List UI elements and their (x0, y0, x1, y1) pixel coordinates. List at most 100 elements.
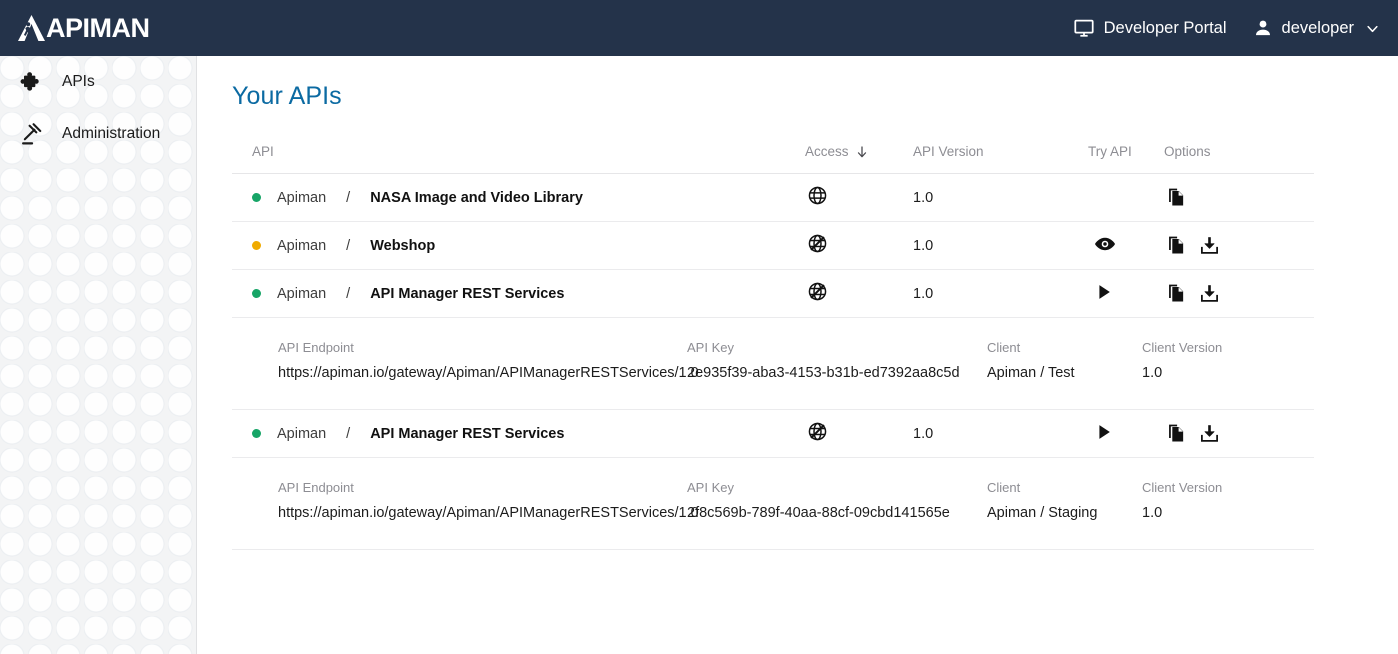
try-api-cell (1088, 222, 1164, 270)
detail-client-version-value: 1.0 (1142, 365, 1163, 381)
developer-portal-link[interactable]: Developer Portal (1073, 17, 1227, 39)
brand-logo[interactable]: APIMAN (16, 0, 150, 56)
eye-icon[interactable] (1094, 233, 1116, 255)
detail-api-key-label: API Key (687, 480, 734, 495)
table-row[interactable]: Apiman / Webshop 1.0 (232, 222, 1314, 270)
status-badge (252, 241, 261, 250)
api-name: Webshop (370, 237, 436, 254)
detail-client-version: Client Version 1.0 (1142, 480, 1282, 521)
api-detail-row: API Endpoint https://apiman.io/gateway/A… (232, 458, 1314, 550)
apiman-logo-icon (16, 13, 46, 43)
api-version-cell: 1.0 (913, 285, 934, 302)
user-menu[interactable]: developer (1253, 18, 1380, 38)
detail-client-value: Apiman / Staging (987, 505, 1098, 521)
api-separator: / (346, 237, 351, 254)
copy-icon[interactable] (1166, 187, 1187, 208)
sidebar-item-apis[interactable]: APIs (0, 56, 196, 108)
table-row[interactable]: Apiman / API Manager REST Services 1.0 (232, 270, 1314, 318)
column-header-options: Options (1164, 144, 1314, 174)
api-separator: / (346, 189, 351, 206)
try-api-cell (1088, 174, 1164, 222)
sidebar-item-administration[interactable]: Administration (0, 108, 196, 160)
play-icon[interactable] (1094, 422, 1114, 442)
download-icon[interactable] (1199, 423, 1220, 444)
column-label-access: Access (805, 144, 849, 159)
globe-off-icon[interactable] (807, 233, 828, 254)
access-cell (805, 410, 913, 458)
options-cell (1164, 174, 1314, 222)
page-title: Your APIs (232, 82, 342, 110)
download-icon[interactable] (1199, 283, 1220, 304)
detail-api-key-label: API Key (687, 340, 734, 355)
detail-client: Client Apiman / Staging (987, 480, 1142, 521)
detail-client-label: Client (987, 480, 1021, 495)
globe-off-icon[interactable] (807, 421, 828, 442)
column-label-api: API (252, 144, 274, 159)
column-header-api-version[interactable]: API Version (913, 144, 1088, 174)
api-name-cell[interactable]: Apiman / Webshop (232, 222, 805, 270)
arrow-down-icon (855, 145, 869, 159)
options-cell (1164, 270, 1314, 318)
status-badge (252, 193, 261, 202)
brand-name: APIMAN (46, 12, 150, 43)
top-header-bar: APIMAN Developer Portal developer (0, 0, 1398, 56)
api-separator: / (346, 285, 351, 302)
try-api-cell (1088, 410, 1164, 458)
access-cell (805, 222, 913, 270)
detail-client-version: Client Version 1.0 (1142, 340, 1282, 381)
table-row[interactable]: Apiman / API Manager REST Services 1.0 (232, 410, 1314, 458)
column-header-try-api: Try API (1088, 144, 1164, 174)
copy-icon[interactable] (1166, 423, 1187, 444)
sidebar: APIs Administration (0, 56, 197, 654)
detail-endpoint-label: API Endpoint (278, 340, 354, 355)
gavel-icon (18, 122, 44, 147)
access-cell (805, 174, 913, 222)
status-badge (252, 429, 261, 438)
api-separator: / (346, 425, 351, 442)
access-cell (805, 270, 913, 318)
main-content: Your APIs API Access API Version Try API… (198, 56, 1398, 654)
api-name-cell[interactable]: Apiman / API Manager REST Services (232, 410, 805, 458)
play-icon[interactable] (1094, 282, 1114, 302)
api-version-cell: 1.0 (913, 425, 934, 442)
copy-icon[interactable] (1166, 235, 1187, 256)
chevron-down-icon (1365, 21, 1380, 36)
options-cell (1164, 222, 1314, 270)
detail-endpoint-value: https://apiman.io/gateway/Apiman/APIMana… (278, 365, 699, 381)
column-header-access[interactable]: Access (805, 144, 913, 174)
detail-api-key-value: 2f8c569b-789f-40aa-88cf-09cbd141565e (687, 505, 950, 521)
detail-client-version-label: Client Version (1142, 480, 1223, 495)
options-cell (1164, 410, 1314, 458)
puzzle-piece-icon (18, 70, 44, 95)
detail-api-key: API Key 2f8c569b-789f-40aa-88cf-09cbd141… (687, 480, 987, 521)
detail-endpoint-value: https://apiman.io/gateway/Apiman/APIMana… (278, 505, 699, 521)
globe-off-icon[interactable] (807, 281, 828, 302)
table-header: API Access API Version Try API Options (232, 144, 1314, 174)
person-icon (1253, 18, 1273, 38)
api-name: API Manager REST Services (370, 285, 565, 302)
column-label-options: Options (1164, 144, 1211, 159)
api-name-cell[interactable]: Apiman / API Manager REST Services (232, 270, 805, 318)
detail-endpoint-label: API Endpoint (278, 480, 354, 495)
api-version-cell: 1.0 (913, 189, 934, 206)
globe-public-icon[interactable] (807, 185, 828, 206)
table-row[interactable]: Apiman / NASA Image and Video Library 1.… (232, 174, 1314, 222)
detail-client-label: Client (987, 340, 1021, 355)
detail-client-version-value: 1.0 (1142, 505, 1163, 521)
detail-endpoint: API Endpoint https://apiman.io/gateway/A… (232, 340, 699, 381)
api-name-cell[interactable]: Apiman / NASA Image and Video Library (232, 174, 805, 222)
api-org: Apiman (277, 425, 327, 442)
detail-client: Client Apiman / Test (987, 340, 1142, 381)
api-org: Apiman (277, 189, 327, 206)
user-menu-label: developer (1281, 18, 1354, 37)
download-icon[interactable] (1199, 235, 1220, 256)
copy-icon[interactable] (1166, 283, 1187, 304)
table-body: Apiman / NASA Image and Video Library 1.… (232, 174, 1314, 550)
status-badge (252, 289, 261, 298)
api-org: Apiman (277, 285, 327, 302)
api-detail-row: API Endpoint https://apiman.io/gateway/A… (232, 318, 1314, 410)
column-header-api[interactable]: API (232, 144, 805, 174)
api-name: API Manager REST Services (370, 425, 565, 442)
api-org: Apiman (277, 237, 327, 254)
detail-api-key-value: 2e935f39-aba3-4153-b31b-ed7392aa8c5d (687, 365, 960, 381)
